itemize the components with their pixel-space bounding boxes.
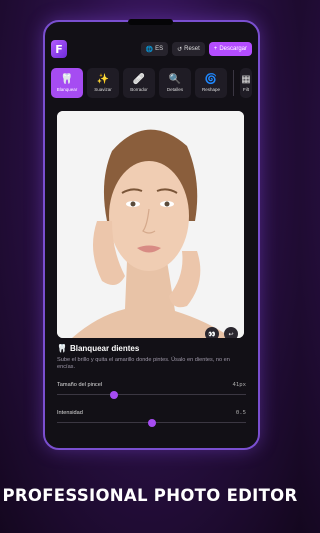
magnifier-icon: 🔍 [168, 74, 182, 85]
tool-label: Filt [243, 87, 249, 92]
compare-button[interactable]: 👀 [205, 327, 219, 338]
tool-label: Reshape [201, 87, 220, 92]
reset-icon: ↺ [177, 46, 183, 53]
brush-size-slider[interactable] [57, 390, 246, 400]
globe-icon: 🌐 [145, 46, 154, 53]
logo-letter: F [55, 42, 63, 56]
tool-reshape[interactable]: 🌀 Reshape [195, 68, 227, 98]
camera-notch [128, 19, 173, 25]
sparkles-icon: ✨ [96, 74, 110, 85]
tool-borrador[interactable]: 🩹 Borrador [123, 68, 155, 98]
tool-label: Borrador [130, 87, 148, 92]
tooth-icon: 🦷 [60, 74, 74, 85]
panel-title: 🦷 Blanquear dientes [57, 344, 246, 353]
undo-button[interactable]: ↩ [224, 327, 238, 338]
tool-label: Blanquear [56, 87, 78, 92]
language-label: ES [155, 46, 164, 52]
eyes-icon: 👀 [208, 331, 216, 338]
intensity-label: Intensidad [57, 409, 83, 416]
intensity-row: Intensidad 0.5 [57, 410, 246, 416]
brush-size-track [57, 394, 246, 396]
panel-description: Sube el brillo y quita el amarillo donde… [57, 357, 230, 371]
intensity-value: 0.5 [235, 409, 246, 416]
undo-icon: ↩ [228, 331, 234, 338]
settings-panel: 🦷 Blanquear dientes Sube el brillo y qui… [57, 344, 246, 428]
language-button[interactable]: 🌐 ES [140, 42, 169, 56]
tool-label: Detalles [166, 87, 184, 92]
tool-label: Suavizar [94, 87, 112, 92]
portrait-photo [57, 111, 244, 338]
reset-label: Reset [184, 46, 200, 52]
photo-canvas[interactable]: 👀 ↩ [57, 111, 244, 338]
intensity-thumb[interactable] [147, 418, 156, 427]
filter-icon: ▦ [241, 74, 251, 85]
plus-icon: + [213, 46, 218, 52]
tool-filtros[interactable]: ▦ Filt [240, 68, 252, 98]
promo-headline: PROFESSIONAL PHOTO EDITOR [2, 486, 298, 505]
tool-suavizar[interactable]: ✨ Suavizar [87, 68, 119, 98]
toolbar-divider [233, 70, 234, 96]
eraser-icon: 🩹 [132, 74, 146, 85]
brush-size-value: 41px [232, 381, 246, 388]
intensity-slider[interactable] [57, 418, 246, 428]
panel-title-text: Blanquear dientes [69, 344, 140, 353]
top-bar: F 🌐 ES ↺ Reset + Descargar [45, 36, 258, 62]
tool-detalles[interactable]: 🔍 Detalles [159, 68, 191, 98]
phone-frame: F 🌐 ES ↺ Reset + Descargar 🦷 Blanquear ✨… [43, 20, 260, 450]
brush-size-label: Tamaño del pincel [57, 381, 103, 388]
swirl-icon: 🌀 [204, 74, 218, 85]
brush-size-row: Tamaño del pincel 41px [57, 382, 246, 388]
brush-size-thumb[interactable] [109, 390, 118, 399]
reset-button[interactable]: ↺ Reset [172, 42, 205, 56]
download-button[interactable]: + Descargar [208, 42, 252, 56]
tool-blanquear[interactable]: 🦷 Blanquear [51, 68, 83, 98]
tool-bar: 🦷 Blanquear ✨ Suavizar 🩹 Borrador 🔍 Deta… [51, 68, 258, 100]
tooth-icon: 🦷 [57, 344, 67, 353]
app-logo: F [51, 40, 67, 58]
download-label: Descargar [219, 46, 247, 52]
